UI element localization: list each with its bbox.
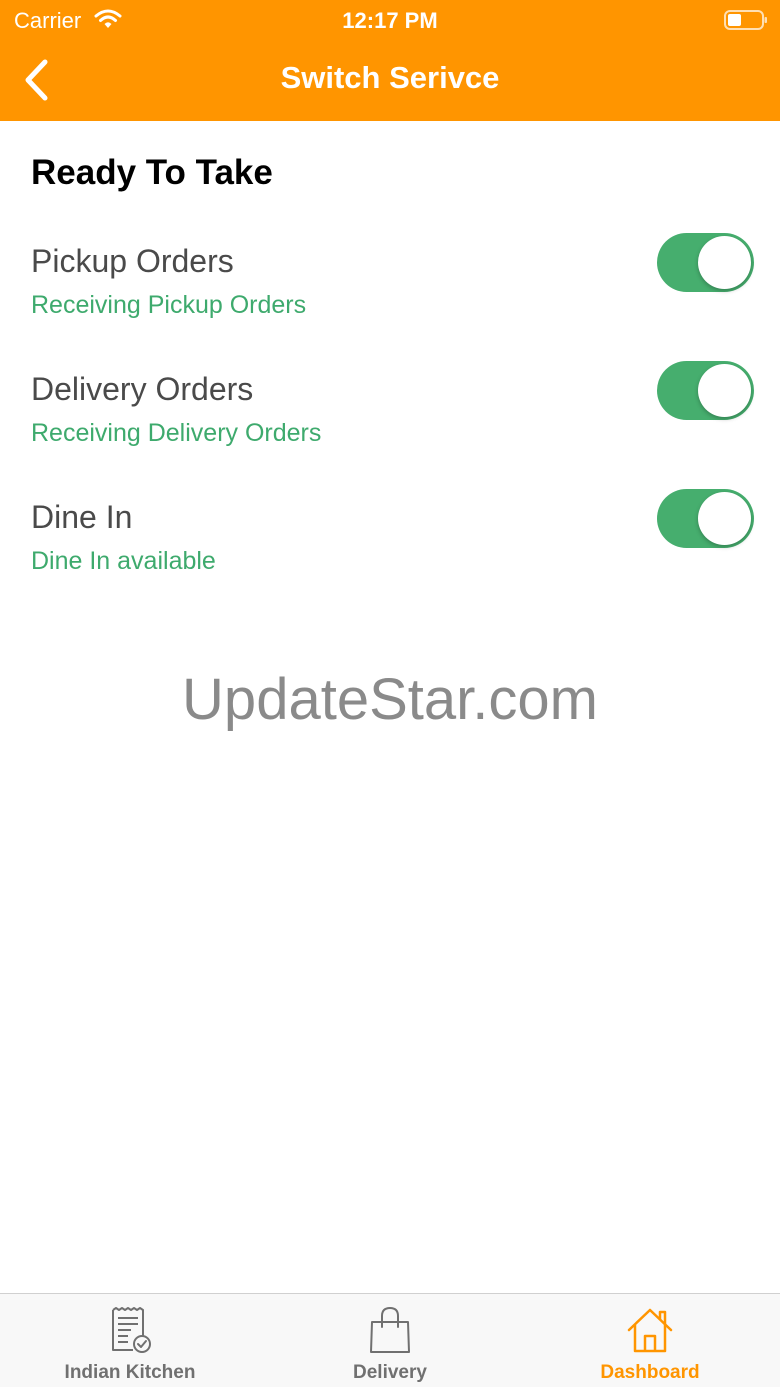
receipt-check-icon <box>112 1307 151 1353</box>
service-name: Delivery Orders <box>31 371 254 407</box>
pickup-orders-toggle[interactable] <box>657 233 754 292</box>
service-row-dine-in: Dine In Dine In available <box>0 489 780 609</box>
service-name: Pickup Orders <box>31 243 234 279</box>
tab-label: Dashboard <box>600 1362 700 1383</box>
header: Carrier 12:17 PM Switch Serivce <box>0 0 780 121</box>
shopping-bag-icon <box>370 1306 410 1353</box>
service-row-pickup: Pickup Orders Receiving Pickup Orders <box>0 233 780 353</box>
watermark: UpdateStar.com <box>182 667 598 732</box>
status-bar: Carrier 12:17 PM <box>0 0 780 40</box>
tab-indian-kitchen[interactable]: Indian Kitchen <box>0 1294 260 1387</box>
battery-icon <box>724 10 767 30</box>
service-status: Receiving Pickup Orders <box>31 291 307 319</box>
tab-label: Indian Kitchen <box>64 1362 196 1383</box>
toggle-knob <box>698 492 751 545</box>
tab-label: Delivery <box>353 1362 427 1383</box>
service-name: Dine In <box>31 499 133 535</box>
section-title: Ready To Take <box>31 153 273 192</box>
clock: 12:17 PM <box>342 8 438 33</box>
service-row-delivery: Delivery Orders Receiving Delivery Order… <box>0 361 780 481</box>
toggle-knob <box>698 364 751 417</box>
service-status: Dine In available <box>31 547 216 575</box>
service-status: Receiving Delivery Orders <box>31 419 322 447</box>
toggle-knob <box>698 236 751 289</box>
nav-bar: Switch Serivce <box>0 40 780 121</box>
switch-service-screen: Carrier 12:17 PM Switch Serivce Ready To… <box>0 0 780 1387</box>
tab-delivery[interactable]: Delivery <box>260 1294 520 1387</box>
home-icon <box>627 1308 673 1353</box>
delivery-orders-toggle[interactable] <box>657 361 754 420</box>
tab-bar: Indian Kitchen Delivery Dashboard <box>0 1293 780 1387</box>
dine-in-toggle[interactable] <box>657 489 754 548</box>
page-title: Switch Serivce <box>280 60 500 95</box>
tab-dashboard[interactable]: Dashboard <box>520 1294 780 1387</box>
